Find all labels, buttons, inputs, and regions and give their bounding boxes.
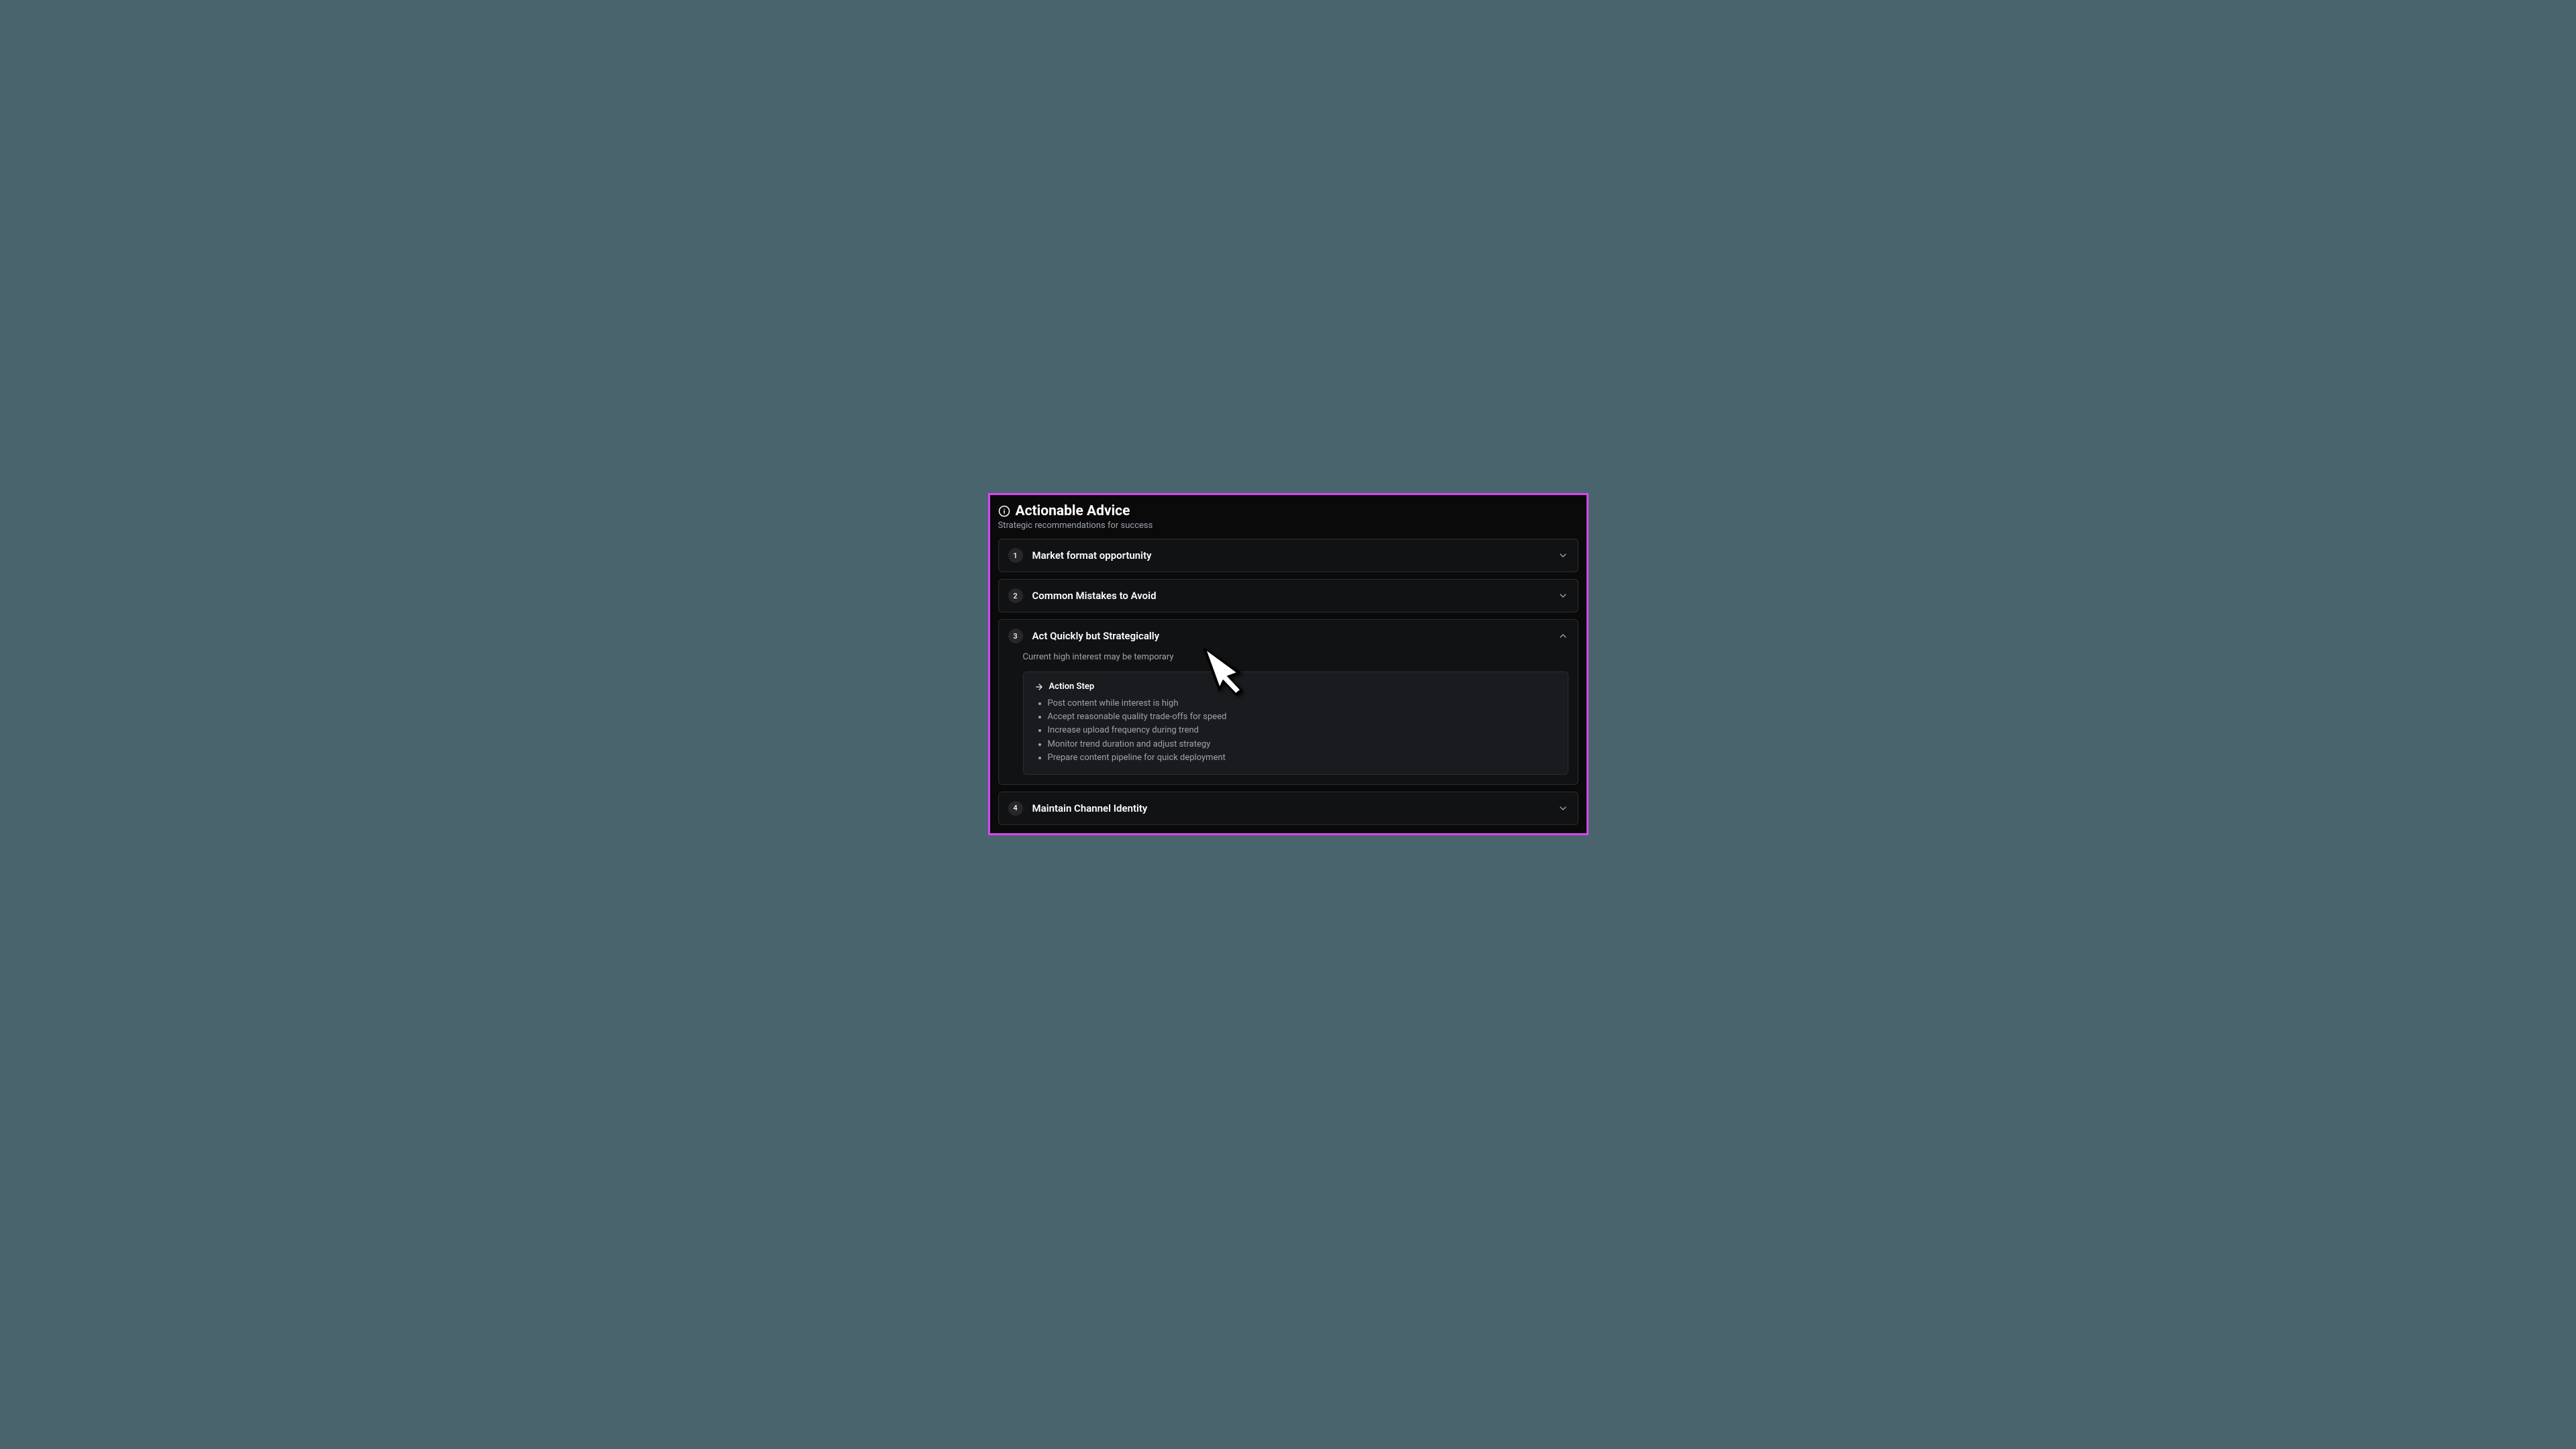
advice-item-header[interactable]: 3 Act Quickly but Strategically (999, 620, 1578, 652)
chevron-down-icon (1558, 550, 1568, 561)
info-icon (998, 505, 1010, 517)
advice-item: 3 Act Quickly but Strategically Current … (998, 619, 1578, 785)
chevron-up-icon (1558, 631, 1568, 641)
advice-item-title: Act Quickly but Strategically (1032, 630, 1558, 642)
panel-subtitle: Strategic recommendations for success (998, 521, 1578, 531)
action-step-heading: Action Step (1034, 682, 1557, 692)
panel-title: Actionable Advice (1016, 503, 1130, 519)
item-number-badge: 4 (1008, 801, 1023, 816)
advice-item: 4 Maintain Channel Identity (998, 792, 1578, 825)
action-step-item: Post content while interest is high (1048, 697, 1557, 710)
advice-item-title: Maintain Channel Identity (1032, 802, 1558, 814)
item-number-badge: 1 (1008, 548, 1023, 563)
advice-description: Current high interest may be temporary (1023, 652, 1568, 662)
advice-item-title: Market format opportunity (1032, 549, 1558, 561)
advice-item: 2 Common Mistakes to Avoid (998, 579, 1578, 612)
advice-panel: Actionable Advice Strategic recommendati… (988, 493, 1589, 835)
advice-item-title: Common Mistakes to Avoid (1032, 590, 1558, 602)
chevron-down-icon (1558, 803, 1568, 814)
action-step-list: Post content while interest is highAccep… (1034, 697, 1557, 765)
advice-item-body: Current high interest may be temporary A… (999, 652, 1578, 784)
panel-header: Actionable Advice Strategic recommendati… (998, 503, 1578, 539)
advice-item: 1 Market format opportunity (998, 539, 1578, 572)
advice-item-header[interactable]: 1 Market format opportunity (999, 539, 1578, 572)
item-number-badge: 2 (1008, 588, 1023, 603)
advice-list: 1 Market format opportunity 2 Common Mis… (998, 539, 1578, 825)
advice-item-header[interactable]: 2 Common Mistakes to Avoid (999, 580, 1578, 612)
item-number-badge: 3 (1008, 629, 1023, 643)
action-step-label: Action Step (1049, 682, 1095, 692)
action-step-item: Prepare content pipeline for quick deplo… (1048, 751, 1557, 765)
advice-item-header[interactable]: 4 Maintain Channel Identity (999, 792, 1578, 824)
action-step-item: Accept reasonable quality trade-offs for… (1048, 710, 1557, 724)
chevron-down-icon (1558, 590, 1568, 601)
action-step-item: Increase upload frequency during trend (1048, 724, 1557, 737)
arrow-right-icon (1034, 682, 1044, 692)
action-step-item: Monitor trend duration and adjust strate… (1048, 738, 1557, 751)
action-step-box: Action Step Post content while interest … (1023, 672, 1568, 775)
